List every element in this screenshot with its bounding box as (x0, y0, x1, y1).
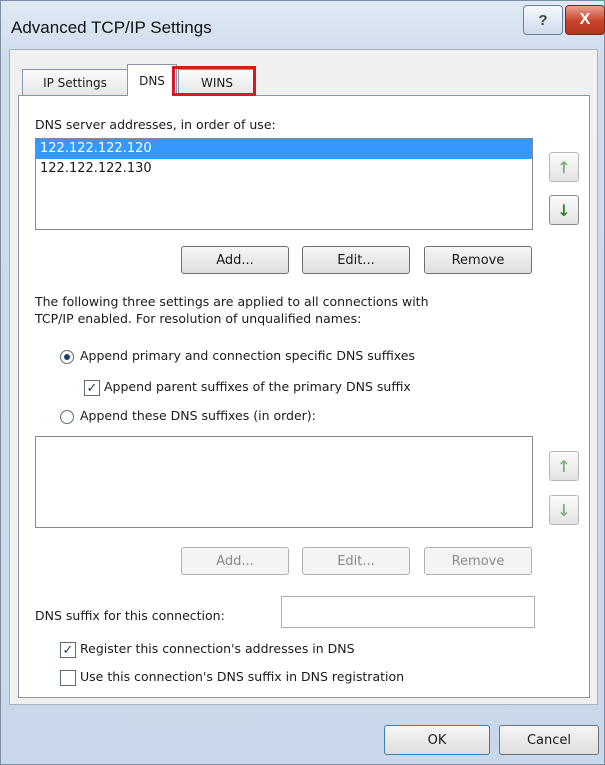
help-icon: ? (538, 11, 548, 29)
tab-ip-settings[interactable]: IP Settings (22, 69, 128, 95)
dns-servers-label: DNS server addresses, in order of use: (35, 117, 276, 132)
tab-dns[interactable]: DNS (127, 64, 177, 96)
description-line-1: The following three settings are applied… (35, 294, 429, 309)
add-server-button[interactable]: Add... (181, 246, 289, 274)
suffix-move-down-button[interactable]: ↓ (549, 495, 579, 525)
description-line-2: TCP/IP enabled. For resolution of unqual… (35, 311, 362, 326)
tab-wins[interactable]: WINS (178, 69, 256, 95)
arrow-up-icon: ↑ (557, 456, 571, 476)
arrow-down-icon: ↓ (557, 200, 571, 220)
append-parent-label: Append parent suffixes of the primary DN… (104, 379, 411, 394)
remove-server-button[interactable]: Remove (424, 246, 532, 274)
close-button[interactable]: X (565, 5, 605, 35)
move-down-button[interactable]: ↓ (549, 195, 579, 225)
dns-suffix-label: DNS suffix for this connection: (35, 608, 225, 623)
register-dns-label: Register this connection's addresses in … (80, 641, 355, 656)
use-suffix-label: Use this connection's DNS suffix in DNS … (80, 669, 405, 684)
list-item[interactable]: 122.122.122.120 (36, 139, 532, 159)
append-parent-checkbox[interactable]: ✓ (84, 380, 100, 396)
list-item[interactable]: 122.122.122.130 (36, 159, 532, 179)
dns-server-list[interactable]: 122.122.122.120 122.122.122.130 (35, 138, 533, 230)
edit-server-button[interactable]: Edit... (302, 246, 410, 274)
checkmark-icon: ✓ (62, 642, 74, 658)
checkmark-icon: ✓ (86, 380, 98, 396)
append-these-label: Append these DNS suffixes (in order): (80, 408, 316, 423)
edit-suffix-button[interactable]: Edit... (302, 547, 410, 575)
help-button[interactable]: ? (523, 5, 563, 35)
dns-tab-panel: DNS server addresses, in order of use: 1… (18, 95, 590, 698)
append-primary-label: Append primary and connection specific D… (80, 348, 415, 363)
append-primary-radio[interactable] (60, 350, 74, 364)
dialog-content: IP Settings DNS WINS DNS server addresse… (9, 49, 598, 705)
cancel-button[interactable]: Cancel (499, 725, 599, 755)
suffix-move-up-button[interactable]: ↑ (549, 451, 579, 481)
arrow-up-icon: ↑ (557, 157, 571, 177)
move-up-button[interactable]: ↑ (549, 152, 579, 182)
arrow-down-icon: ↓ (557, 500, 571, 520)
dns-suffix-list[interactable] (35, 436, 533, 528)
title-bar[interactable]: Advanced TCP/IP Settings ? X (1, 1, 605, 49)
register-dns-checkbox[interactable]: ✓ (60, 642, 76, 658)
ok-button[interactable]: OK (384, 725, 490, 755)
remove-suffix-button[interactable]: Remove (424, 547, 532, 575)
append-these-radio[interactable] (60, 410, 74, 424)
dns-suffix-input[interactable] (281, 596, 535, 628)
use-suffix-checkbox[interactable] (60, 670, 76, 686)
window-title: Advanced TCP/IP Settings (11, 18, 212, 37)
add-suffix-button[interactable]: Add... (181, 547, 289, 575)
advanced-tcpip-dialog: Advanced TCP/IP Settings ? X IP Settings… (0, 0, 605, 765)
close-icon: X (579, 11, 591, 28)
